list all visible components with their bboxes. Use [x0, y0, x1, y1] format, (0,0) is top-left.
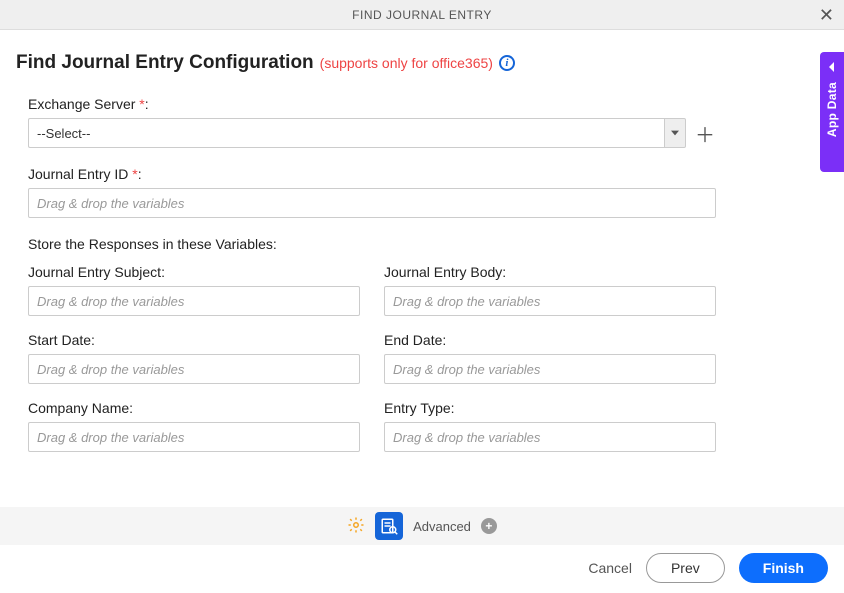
exchange-server-label: Exchange Server *: [28, 96, 716, 112]
field-start: Start Date: [28, 332, 360, 384]
response-fields-grid: Journal Entry Subject: Journal Entry Bod… [28, 264, 716, 452]
entry-type-label: Entry Type: [384, 400, 716, 416]
company-label: Company Name: [28, 400, 360, 416]
titlebar: FIND JOURNAL ENTRY ✕ [0, 0, 844, 30]
required-mark: * [128, 166, 137, 182]
chevron-down-icon [671, 129, 679, 137]
field-subject: Journal Entry Subject: [28, 264, 360, 316]
journal-entry-id-label-text: Journal Entry ID [28, 166, 128, 182]
cancel-button[interactable]: Cancel [588, 560, 632, 576]
body-label: Journal Entry Body: [384, 264, 716, 280]
page-body: Find Journal Entry Configuration (suppor… [0, 30, 844, 452]
journal-entry-id-label: Journal Entry ID *: [28, 166, 716, 182]
exchange-server-row: ＋ [28, 118, 716, 148]
store-responses-label: Store the Responses in these Variables: [28, 236, 716, 252]
required-mark: * [135, 96, 144, 112]
exchange-server-value[interactable] [28, 118, 664, 148]
company-input[interactable] [28, 422, 360, 452]
field-body: Journal Entry Body: [384, 264, 716, 316]
info-icon[interactable]: i [499, 55, 515, 71]
subject-label: Journal Entry Subject: [28, 264, 360, 280]
footer-toolbar: Advanced + [0, 507, 844, 545]
exchange-server-label-text: Exchange Server [28, 96, 135, 112]
form-preview-icon[interactable] [375, 512, 403, 540]
app-data-tab[interactable]: App Data [820, 52, 844, 172]
advanced-expand-icon[interactable]: + [481, 518, 497, 534]
app-data-tab-label: App Data [825, 82, 839, 137]
field-end: End Date: [384, 332, 716, 384]
end-date-input[interactable] [384, 354, 716, 384]
journal-entry-id-input[interactable] [28, 188, 716, 218]
exchange-server-select[interactable] [28, 118, 686, 148]
footer-buttons: Cancel Prev Finish [588, 553, 828, 583]
heading-row: Find Journal Entry Configuration (suppor… [16, 52, 828, 74]
advanced-label[interactable]: Advanced [413, 519, 471, 534]
field-company: Company Name: [28, 400, 360, 452]
start-date-input[interactable] [28, 354, 360, 384]
config-form: Exchange Server *: ＋ Journal Entry ID *:… [16, 96, 716, 452]
dropdown-toggle[interactable] [664, 118, 686, 148]
prev-button[interactable]: Prev [646, 553, 725, 583]
page-subtitle: (supports only for office365) [320, 55, 493, 71]
finish-button[interactable]: Finish [739, 553, 828, 583]
body-input[interactable] [384, 286, 716, 316]
gear-icon[interactable] [347, 516, 365, 537]
close-icon[interactable]: ✕ [819, 6, 834, 24]
field-entry-type: Entry Type: [384, 400, 716, 452]
chevron-left-icon [827, 62, 837, 72]
add-exchange-server-button[interactable]: ＋ [694, 122, 716, 144]
start-date-label: Start Date: [28, 332, 360, 348]
page-title: Find Journal Entry Configuration [16, 52, 314, 74]
end-date-label: End Date: [384, 332, 716, 348]
entry-type-input[interactable] [384, 422, 716, 452]
journal-entry-id-row [28, 188, 716, 218]
titlebar-title: FIND JOURNAL ENTRY [352, 8, 492, 22]
subject-input[interactable] [28, 286, 360, 316]
